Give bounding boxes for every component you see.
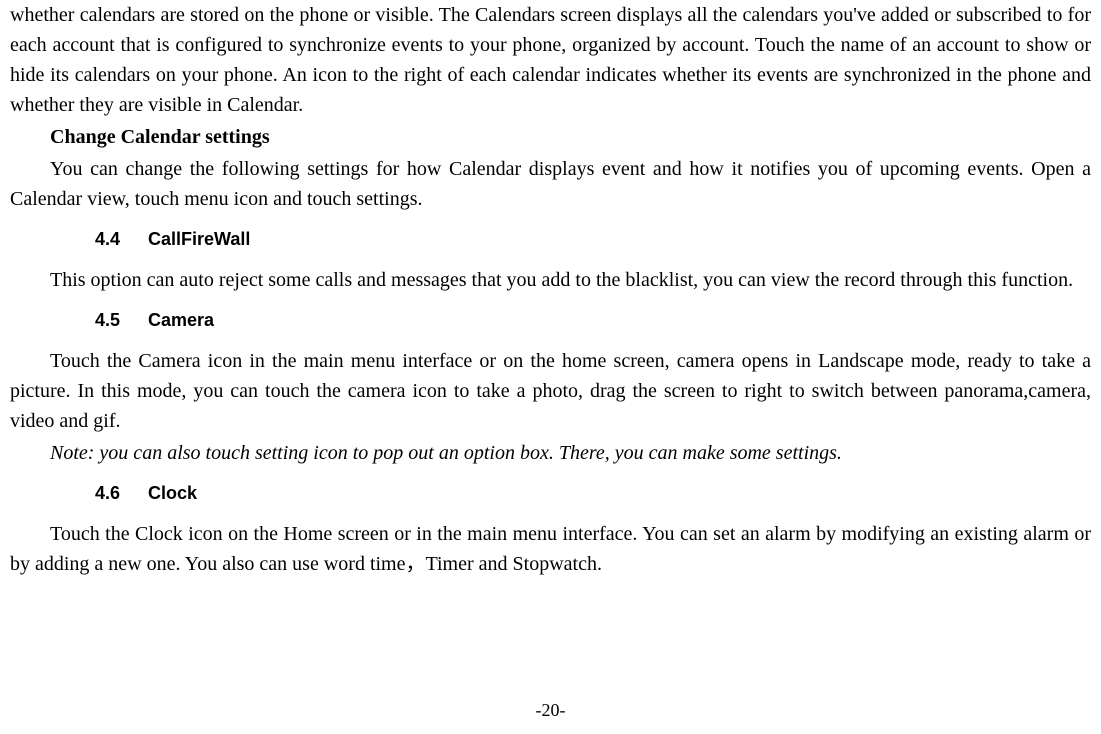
page-number: -20-: [0, 697, 1101, 724]
top-paragraph: whether calendars are stored on the phon…: [10, 0, 1091, 120]
section-4-5-title: Camera: [148, 310, 214, 330]
section-4-6-num: 4.6: [95, 480, 143, 507]
change-settings-block: Change Calendar settings: [10, 122, 1091, 152]
section-4-4-title: CallFireWall: [148, 229, 250, 249]
section-4-5-heading: 4.5 Camera: [95, 307, 1091, 334]
section-4-6-heading: 4.6 Clock: [95, 480, 1091, 507]
section-4-4-heading: 4.4 CallFireWall: [95, 226, 1091, 253]
section-4-5-note: Note: you can also touch setting icon to…: [10, 438, 1091, 468]
section-4-5-body: Touch the Camera icon in the main menu i…: [10, 346, 1091, 436]
section-4-5-num: 4.5: [95, 307, 143, 334]
section-4-4-num: 4.4: [95, 226, 143, 253]
section-4-4-body: This option can auto reject some calls a…: [10, 265, 1091, 295]
section-4-6-title: Clock: [148, 483, 197, 503]
change-settings-title: Change Calendar settings: [50, 126, 270, 148]
section-4-6-body: Touch the Clock icon on the Home screen …: [10, 519, 1091, 579]
change-settings-text: You can change the following settings fo…: [10, 154, 1091, 214]
